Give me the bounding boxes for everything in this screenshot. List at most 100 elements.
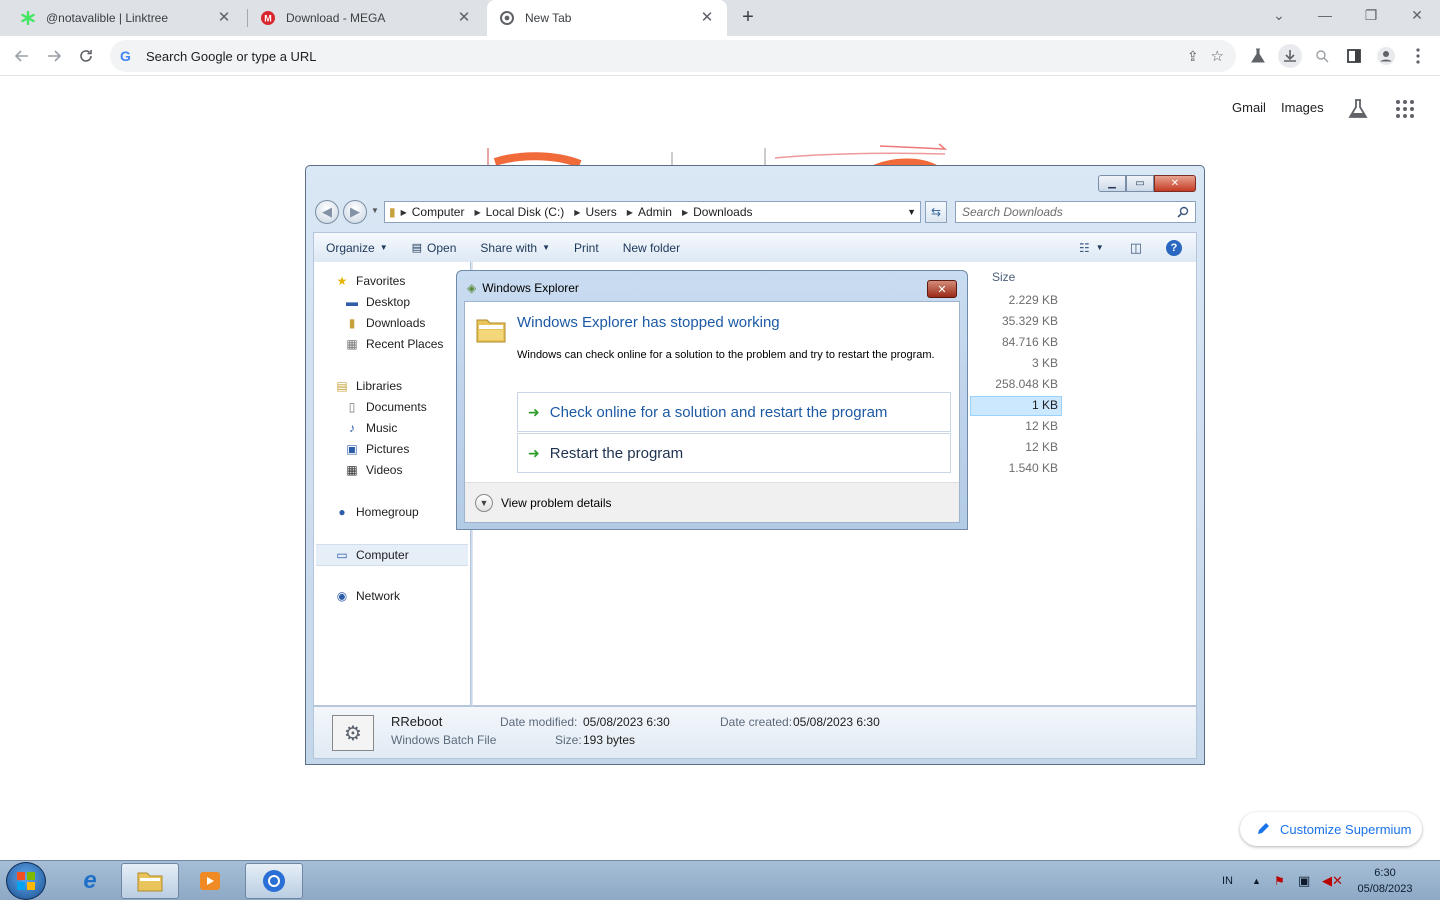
explorer-close-button[interactable]: ✕ — [1154, 175, 1196, 192]
dialog-close-button[interactable]: ✕ — [927, 280, 957, 298]
labs-icon[interactable] — [1246, 44, 1270, 68]
nav-computer[interactable]: ▭ Computer — [316, 544, 468, 566]
google-apps-icon[interactable] — [1396, 100, 1414, 118]
tab-strip: @notavalible | Linktree ✕ M Download - M… — [0, 0, 1440, 36]
nav-documents[interactable]: ▯ Documents — [344, 400, 427, 414]
customize-button[interactable]: Customize Supermium — [1240, 812, 1422, 846]
side-panel-icon[interactable] — [1342, 44, 1366, 68]
recent-pages-chevron-icon[interactable]: ▼ — [371, 206, 379, 215]
star-icon: ★ — [336, 274, 348, 288]
close-window-button[interactable]: ✕ — [1394, 0, 1440, 30]
gmail-link[interactable]: Gmail — [1232, 100, 1266, 115]
open-icon: ▤ — [411, 242, 423, 254]
show-hidden-icons-icon[interactable]: ▲ — [1252, 861, 1261, 900]
pictures-icon: ▣ — [346, 442, 358, 456]
size-cell: 35.329 KB — [1001, 314, 1058, 328]
taskbar-clock[interactable]: 6:30 05/08/2023 — [1350, 865, 1420, 897]
explorer-search-input[interactable] — [962, 205, 1177, 219]
zoom-icon[interactable] — [1310, 44, 1334, 68]
taskbar-internet-explorer[interactable]: e — [61, 863, 119, 899]
share-with-button[interactable]: Share with ▼ — [468, 233, 562, 263]
share-icon[interactable]: ⇪ — [1187, 48, 1199, 65]
view-dropdown-icon[interactable]: ▼ — [1096, 243, 1104, 252]
tab-linktree[interactable]: @notavalible | Linktree ✕ — [8, 0, 244, 36]
omnibox-input[interactable] — [146, 48, 1187, 64]
profile-icon[interactable] — [1374, 44, 1398, 68]
explorer-app-icon: ◈ — [467, 281, 477, 295]
nav-downloads[interactable]: ▮ Downloads — [344, 316, 426, 330]
bookmark-star-icon[interactable]: ☆ — [1211, 47, 1224, 65]
view-problem-details[interactable]: View problem details — [501, 496, 612, 510]
close-tab-icon[interactable]: ✕ — [699, 10, 715, 26]
language-indicator[interactable]: IN — [1222, 861, 1233, 900]
breadcrumb-users[interactable]: ▶ Users — [569, 205, 622, 219]
taskbar-browser[interactable] — [245, 863, 303, 899]
new-tab-button[interactable]: + — [736, 6, 760, 30]
nav-libraries[interactable]: ▤ Libraries — [334, 379, 402, 393]
explorer-maximize-button[interactable]: ▭ — [1126, 175, 1154, 192]
explorer-forward-button[interactable]: ▶ — [343, 200, 367, 224]
close-tab-icon[interactable]: ✕ — [216, 10, 232, 26]
explorer-back-button[interactable]: ◀ — [315, 200, 339, 224]
nav-favorites[interactable]: ★ Favorites — [334, 274, 406, 288]
print-button[interactable]: Print — [562, 233, 611, 263]
browser-icon — [263, 870, 285, 892]
breadcrumb-computer[interactable]: ▶ Computer — [396, 205, 470, 219]
forward-button[interactable] — [42, 44, 66, 68]
reload-button[interactable] — [74, 44, 98, 68]
breadcrumb-admin[interactable]: ▶ Admin — [622, 205, 677, 219]
videos-icon: ▦ — [346, 463, 358, 477]
images-link[interactable]: Images — [1281, 100, 1324, 115]
new-folder-button[interactable]: New folder — [611, 233, 692, 263]
downloads-folder-icon: ▮ — [348, 316, 356, 330]
nav-videos[interactable]: ▦ Videos — [344, 463, 402, 477]
breadcrumb-local-disk[interactable]: ▶ Local Disk (C:) — [469, 205, 569, 219]
open-button[interactable]: ▤ Open — [400, 233, 469, 263]
nav-desktop[interactable]: ▬ Desktop — [344, 295, 410, 309]
refresh-icon[interactable]: ⇆ — [925, 201, 947, 223]
size-cell: 3 KB — [1031, 356, 1058, 370]
details-size-label: Size: — [555, 733, 582, 747]
tab-search-icon[interactable]: ⌄ — [1256, 0, 1302, 30]
details-pane: ⚙ RReboot Windows Batch File Date modifi… — [313, 706, 1197, 759]
check-online-button[interactable]: ➜ Check online for a solution and restar… — [517, 392, 951, 432]
omnibox[interactable]: G ⇪ ☆ — [110, 40, 1236, 72]
network-tray-icon[interactable]: ▣ — [1298, 861, 1310, 900]
chevron-down-icon[interactable]: ▼ — [475, 493, 493, 512]
start-button[interactable] — [6, 862, 46, 900]
menu-icon[interactable] — [1406, 44, 1430, 68]
taskbar-media-player[interactable] — [181, 863, 239, 899]
details-created-value: 05/08/2023 6:30 — [793, 715, 880, 729]
nav-recent-places[interactable]: ▦ Recent Places — [344, 337, 443, 351]
taskbar-windows-explorer[interactable] — [121, 863, 179, 899]
nav-homegroup[interactable]: ● Homegroup — [334, 505, 418, 519]
minimize-button[interactable]: — — [1302, 0, 1348, 30]
address-dropdown-icon[interactable]: ▼ — [907, 207, 916, 217]
explorer-search[interactable] — [955, 201, 1196, 223]
tab-mega[interactable]: M Download - MEGA ✕ — [248, 0, 484, 36]
labs-flask-icon[interactable] — [1348, 98, 1368, 123]
restore-button[interactable]: ❐ — [1348, 0, 1394, 30]
back-button[interactable] — [10, 44, 34, 68]
help-icon[interactable]: ? — [1166, 239, 1182, 256]
svg-text:M: M — [264, 14, 272, 24]
download-icon[interactable] — [1278, 44, 1302, 68]
breadcrumb-downloads[interactable]: ▶ Downloads — [677, 205, 758, 219]
nav-music[interactable]: ♪ Music — [344, 421, 397, 435]
explorer-minimize-button[interactable]: ▁ — [1098, 175, 1126, 192]
address-bar[interactable]: ▮ ▶ Computer ▶ Local Disk (C:) ▶ Users ▶ Adm… — [384, 201, 921, 223]
action-center-icon[interactable]: ⚑ — [1274, 861, 1285, 900]
nav-pictures[interactable]: ▣ Pictures — [344, 442, 409, 456]
google-icon: G — [120, 48, 131, 64]
preview-pane-icon[interactable]: ◫ — [1130, 240, 1142, 256]
tab-new-tab[interactable]: New Tab ✕ — [487, 0, 727, 36]
taskbar: e IN ▲ ⚑ ▣ ◀✕ 6:30 05/08/2023 — [0, 860, 1440, 900]
view-options-icon[interactable]: ☷ — [1079, 241, 1090, 255]
size-column-header[interactable]: Size — [992, 270, 1015, 284]
volume-muted-icon[interactable]: ◀✕ — [1322, 861, 1343, 900]
organize-button[interactable]: Organize ▼ — [314, 233, 400, 263]
restart-program-button[interactable]: ➜ Restart the program — [517, 433, 951, 473]
music-icon: ♪ — [349, 421, 355, 435]
nav-network[interactable]: ◉ Network — [334, 589, 400, 603]
close-tab-icon[interactable]: ✕ — [456, 10, 472, 26]
